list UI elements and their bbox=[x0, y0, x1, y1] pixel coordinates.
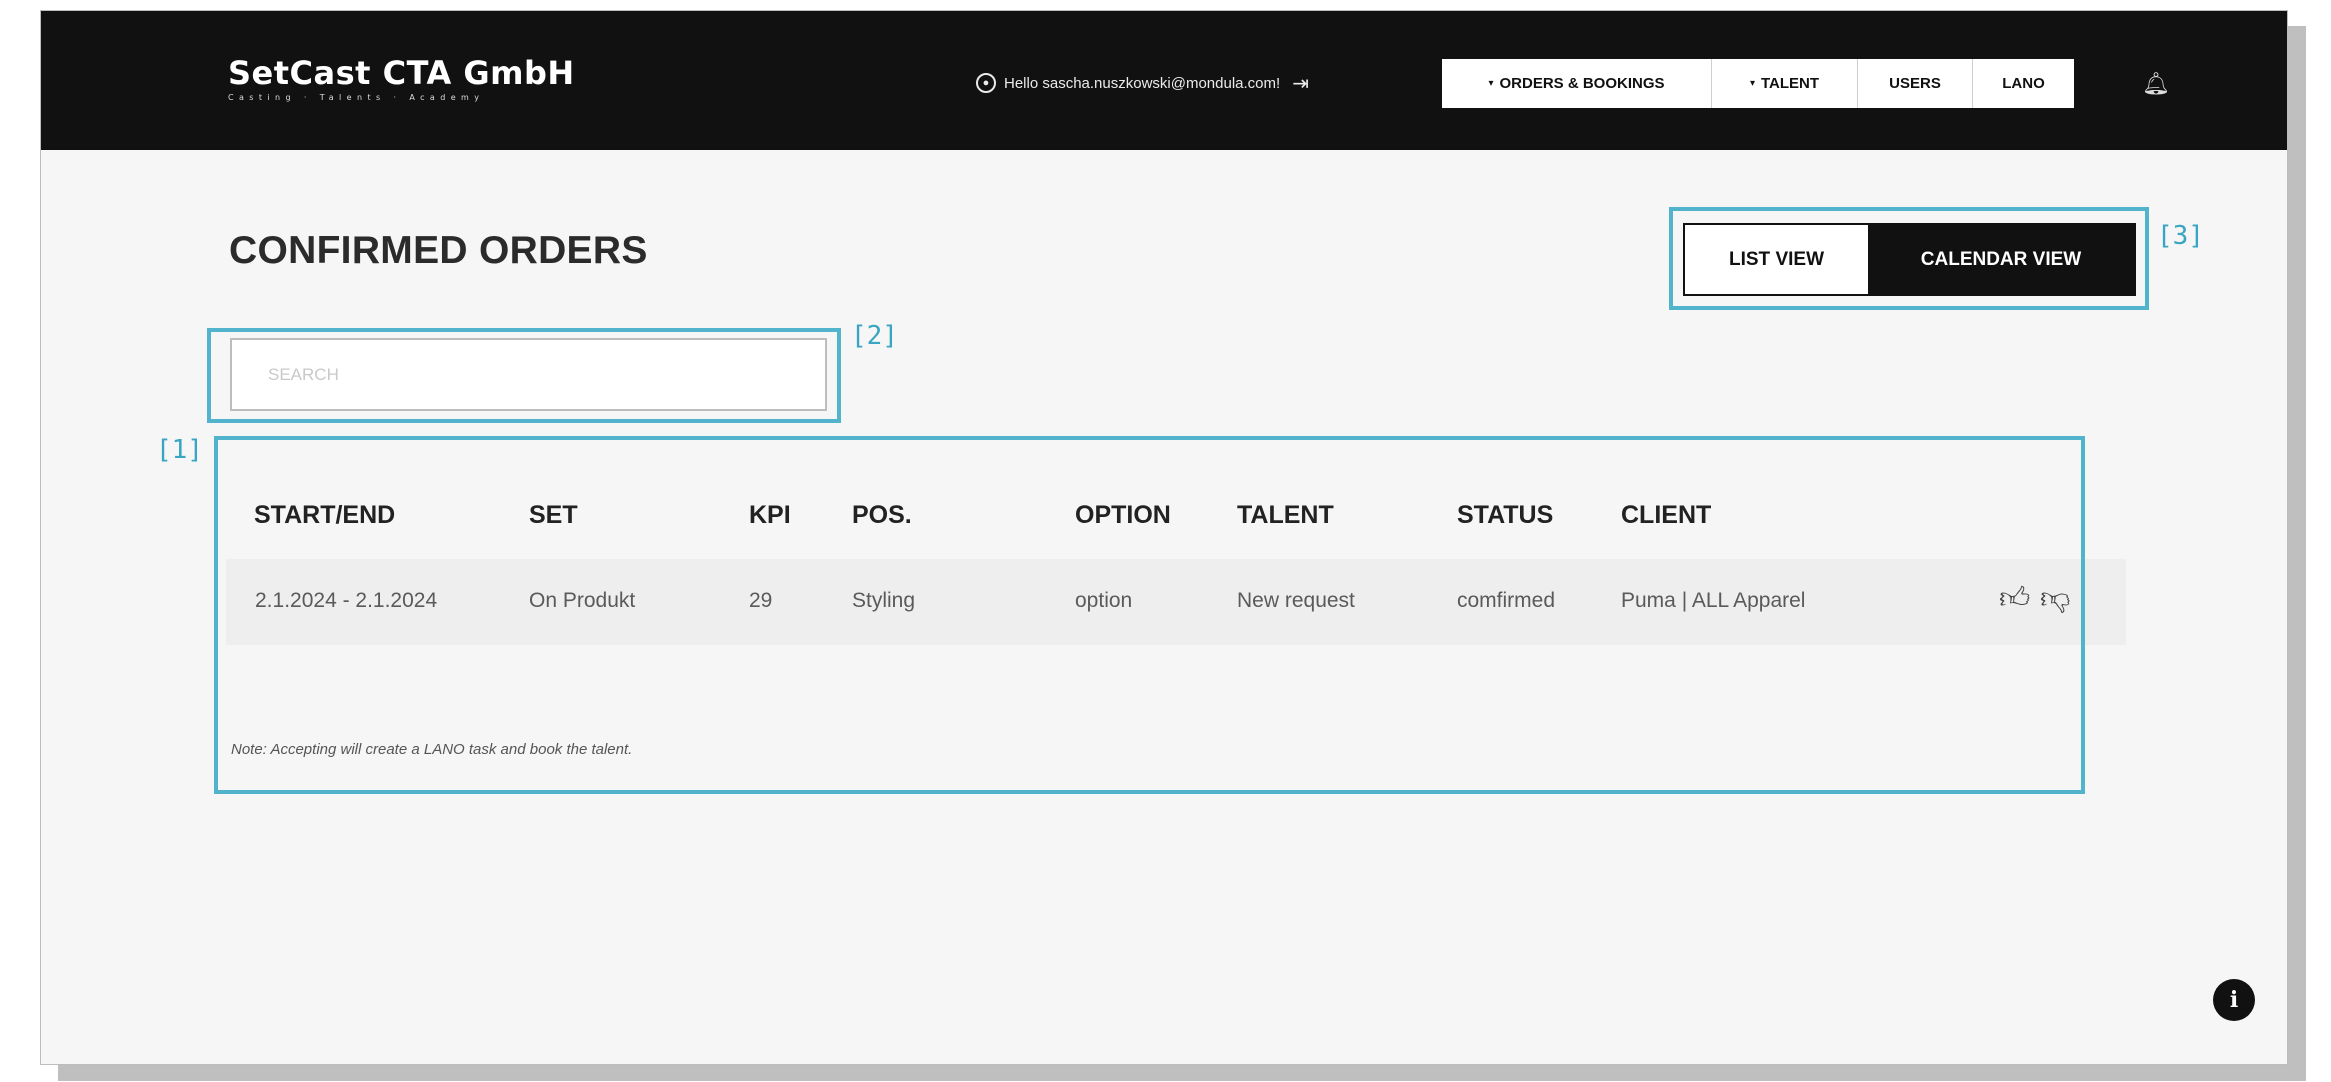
annotation-label-3: [3] bbox=[2157, 221, 2204, 251]
annotation-box-1 bbox=[214, 436, 2085, 794]
annotation-label-2: [2] bbox=[851, 321, 898, 351]
brand-logo[interactable]: SetCast CTA GmbH Casting · Talents · Aca… bbox=[228, 55, 575, 102]
caret-down-icon: ▾ bbox=[1749, 78, 1755, 89]
annotation-box-3 bbox=[1669, 207, 2149, 310]
greeting-text: Hello sascha.nuszkowski@mondula.com! bbox=[1004, 74, 1281, 92]
bell-icon[interactable]: 🔔︎ bbox=[2142, 71, 2170, 97]
nav-orders-bookings[interactable]: ▾ ORDERS & BOOKINGS bbox=[1442, 59, 1712, 108]
page-title: CONFIRMED ORDERS bbox=[229, 229, 648, 272]
nav-talent[interactable]: ▾ TALENT bbox=[1712, 59, 1858, 108]
user-circle-icon: ● bbox=[976, 73, 996, 93]
main-nav: ▾ ORDERS & BOOKINGS ▾ TALENT USERS LANO bbox=[1442, 59, 2074, 108]
app-window: SetCast CTA GmbH Casting · Talents · Aca… bbox=[40, 10, 2288, 1065]
nav-lano[interactable]: LANO bbox=[1973, 59, 2074, 108]
annotation-box-2 bbox=[207, 328, 841, 423]
nav-label: USERS bbox=[1889, 75, 1941, 92]
info-icon[interactable]: i bbox=[2213, 979, 2255, 1021]
nav-label: TALENT bbox=[1760, 75, 1820, 92]
user-greeting: ● Hello sascha.nuszkowski@mondula.com! ⇥ bbox=[976, 71, 1309, 95]
annotation-label-1: [1] bbox=[156, 435, 203, 465]
caret-down-icon: ▾ bbox=[1488, 78, 1494, 89]
top-header: SetCast CTA GmbH Casting · Talents · Aca… bbox=[41, 11, 2287, 150]
brand-tagline: Casting · Talents · Academy bbox=[228, 93, 485, 102]
logout-icon[interactable]: ⇥ bbox=[1292, 71, 1309, 96]
nav-users[interactable]: USERS bbox=[1858, 59, 1973, 108]
nav-label: ORDERS & BOOKINGS bbox=[1499, 75, 1665, 92]
brand-name: SetCast CTA GmbH bbox=[228, 54, 575, 92]
nav-label: LANO bbox=[2002, 75, 2045, 92]
